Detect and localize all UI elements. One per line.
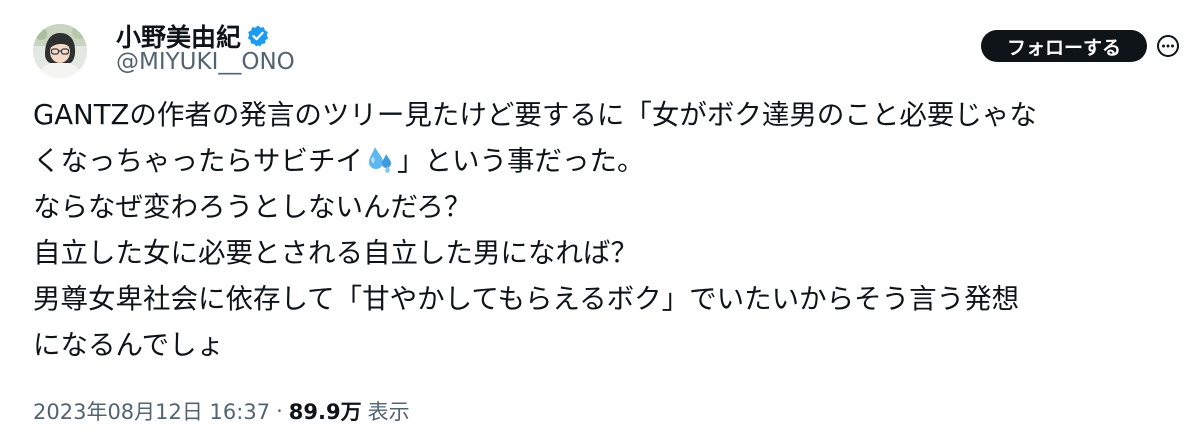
tweet-line: くなっちゃったらサビチイ 」という事だった。 — [33, 138, 1183, 184]
tweet-meta: 2023年08月12日 16:37 · 89.9万 表示 — [33, 396, 410, 426]
sweat-droplets-emoji-icon — [365, 142, 395, 173]
tweet-line: GANTZの作者の発言のツリー見たけど要するに「女がボク達男のこと必要じゃな — [33, 99, 1037, 131]
views-count[interactable]: 89.9万 — [289, 396, 362, 426]
views-label: 表示 — [367, 400, 410, 424]
author-handle[interactable]: @MIYUKI__ONO — [116, 49, 295, 75]
tweet-timestamp[interactable]: 2023年08月12日 16:37 — [33, 396, 270, 426]
tweet-line: になるんでしょ — [33, 329, 225, 361]
verified-badge-icon — [246, 24, 270, 48]
user-avatar-icon — [33, 24, 87, 78]
follow-button[interactable]: フォローする — [981, 30, 1147, 62]
tweet-line: ならなぜ変わろうとしないんだろ？ — [33, 191, 472, 223]
more-options-button[interactable] — [1156, 34, 1180, 58]
meta-separator: · — [276, 399, 283, 423]
tweet-text-segment: くなっちゃったらサビチイ — [33, 145, 363, 177]
tweet-line: 自立した女に必要とされる自立した男になれば？ — [33, 237, 638, 269]
tweet-text: GANTZの作者の発言のツリー見たけど要するに「女がボク達男のこと必要じゃな く… — [33, 92, 1183, 368]
avatar[interactable] — [33, 24, 87, 78]
more-options-icon — [1157, 35, 1179, 57]
tweet-text-segment: 」という事だった。 — [397, 145, 645, 177]
tweet-line: 男尊女卑社会に依存して「甘やかしてもらえるボク」でいたいからそう言う発想 — [33, 283, 1020, 315]
